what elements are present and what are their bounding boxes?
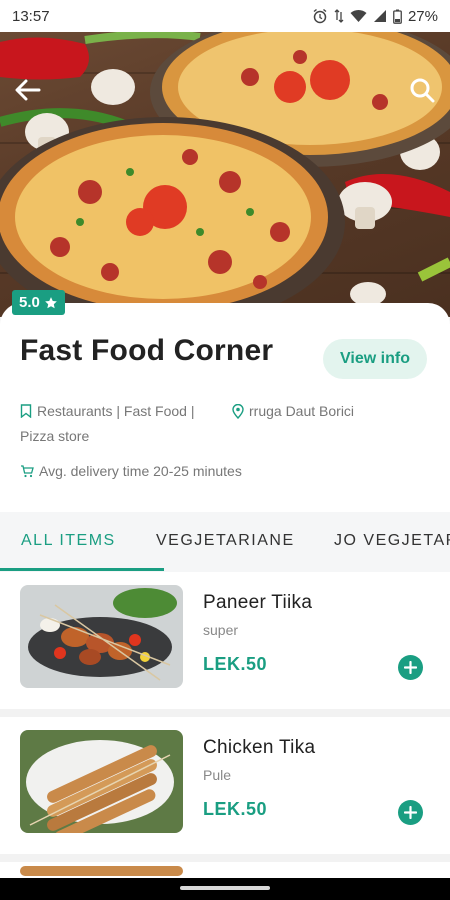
address-text: rruga Daut Borici [249,403,355,419]
tab-all-items[interactable]: ALL ITEMS [21,532,116,550]
rating-value: 5.0 [19,294,40,311]
status-bar: 13:57 27% [0,0,450,32]
wifi-icon [350,9,367,23]
arrow-left-icon [15,79,41,101]
delivery-time: Avg. delivery time 20-25 minutes [20,463,242,479]
item-name: Chicken Tika [203,737,316,758]
delivery-text: Avg. delivery time 20-25 minutes [39,463,242,479]
item-name: Paneer Tiika [203,592,313,613]
home-gesture-handle[interactable] [180,886,270,890]
view-info-button[interactable]: View info [323,339,427,379]
location-pin-icon [232,403,244,419]
add-to-cart-button[interactable] [398,800,423,825]
restaurant-address: rruga Daut Borici [232,403,354,419]
active-tab-indicator [0,568,164,571]
plus-icon [404,806,417,819]
add-to-cart-button[interactable] [398,655,423,680]
tab-jo-vegjetariane[interactable]: JO VEGJETARIANE [334,532,450,550]
battery-percent: 27% [407,7,438,25]
back-button[interactable] [10,72,46,108]
alarm-icon [312,8,328,24]
list-item[interactable]: Paneer Tiika super LEK.50 [0,572,450,709]
data-arrows-icon [334,9,344,23]
battery-icon [393,9,402,24]
item-price: LEK.50 [203,654,268,674]
star-icon [45,296,57,308]
rating-badge: 5.0 [12,290,65,315]
list-item[interactable]: Chicken Tika Pule LEK.50 [0,717,450,854]
restaurant-name: Fast Food Corner [20,334,274,367]
cart-icon [21,465,34,478]
item-image [20,866,183,876]
bookmark-icon [20,404,32,418]
item-image [20,585,183,688]
item-description: Pule [203,767,232,783]
item-image [20,730,183,833]
tab-vegjetariane[interactable]: VEGJETARIANE [156,532,295,550]
restaurant-cover-image [0,32,450,317]
item-price: LEK.50 [203,799,268,819]
status-time: 13:57 [12,7,50,25]
plus-icon [404,661,417,674]
search-icon [410,78,435,103]
restaurant-categories: Restaurants | Fast Food | [20,403,194,419]
item-description: super [203,622,239,638]
menu-tabs: ALL ITEMS VEGJETARIANE JO VEGJETARIANE [0,512,450,572]
categories-line1: Restaurants | Fast Food | [37,403,195,419]
categories-line2: Pizza store [20,428,90,444]
signal-icon [373,9,387,23]
search-button[interactable] [404,72,440,108]
status-icons: 27% [312,8,438,25]
system-navigation-bar [0,878,450,900]
